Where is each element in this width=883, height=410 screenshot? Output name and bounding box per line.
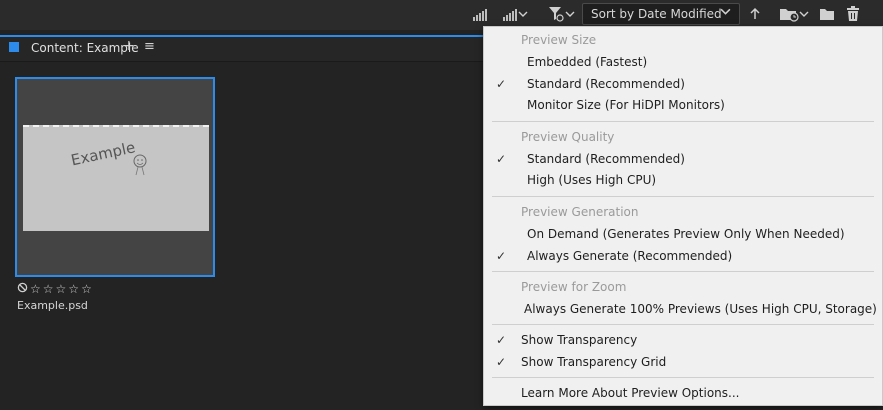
- panel-menu-icon[interactable]: ≡: [144, 39, 155, 54]
- menu-separator: [492, 121, 874, 122]
- checkmark-icon: ✓: [496, 355, 507, 369]
- menu-item-standard-quality[interactable]: Standard (Recommended): [527, 152, 685, 166]
- file-thumbnail[interactable]: Example: [15, 77, 215, 277]
- sort-label: Sort by Date Modified: [591, 7, 722, 21]
- chevron-down-icon: [720, 4, 731, 24]
- star-icon[interactable]: ☆: [81, 282, 92, 296]
- menu-item-monitor-size[interactable]: Monitor Size (For HiDPI Monitors): [527, 98, 725, 112]
- rating-row: ☆ ☆ ☆ ☆ ☆: [17, 282, 92, 296]
- checkmark-icon: ✓: [496, 152, 507, 166]
- add-tab-button[interactable]: +: [123, 38, 135, 54]
- star-icon[interactable]: ☆: [56, 282, 67, 296]
- menu-item-show-transparency[interactable]: Show Transparency: [521, 333, 637, 347]
- filter-icon[interactable]: [544, 4, 578, 24]
- svg-text:Example: Example: [69, 138, 136, 169]
- preview-zoom-heading: Preview for Zoom: [521, 280, 627, 294]
- sort-dropdown[interactable]: Sort by Date Modified: [582, 3, 740, 25]
- chevron-down-icon: [565, 11, 575, 17]
- checkmark-icon: ✓: [496, 77, 507, 91]
- menu-separator: [492, 271, 874, 272]
- file-name[interactable]: Example.psd: [17, 299, 88, 312]
- chevron-down-icon: [518, 11, 528, 17]
- menu-item-always-generate[interactable]: Always Generate (Recommended): [527, 249, 732, 263]
- preview-quality-heading: Preview Quality: [521, 130, 615, 144]
- preview-options-menu: Preview Size Embedded (Fastest) ✓ Standa…: [483, 26, 883, 406]
- menu-separator: [492, 324, 874, 325]
- sketch-drawing: Example: [69, 138, 147, 176]
- panel-color-swatch: [9, 42, 19, 52]
- menu-item-always-100[interactable]: Always Generate 100% Previews (Uses High…: [524, 302, 877, 316]
- star-icon[interactable]: ☆: [30, 282, 41, 296]
- no-rating-icon[interactable]: [17, 282, 28, 296]
- recent-folder-icon[interactable]: [777, 4, 811, 24]
- thumbnail-image: Example: [23, 125, 209, 231]
- new-folder-icon[interactable]: [818, 4, 836, 24]
- quality-dropdown-icon[interactable]: [498, 4, 532, 24]
- menu-separator: [492, 377, 874, 378]
- signal-quality-icon[interactable]: [470, 4, 490, 24]
- menu-separator: [492, 196, 874, 197]
- menu-item-on-demand[interactable]: On Demand (Generates Preview Only When N…: [527, 227, 845, 241]
- menu-item-standard-size[interactable]: Standard (Recommended): [527, 77, 685, 91]
- menu-item-show-transparency-grid[interactable]: Show Transparency Grid: [521, 355, 666, 369]
- star-icon[interactable]: ☆: [43, 282, 54, 296]
- trash-icon[interactable]: [844, 4, 862, 24]
- chevron-down-icon: [799, 11, 809, 17]
- checkmark-icon: ✓: [496, 333, 507, 347]
- checkmark-icon: ✓: [496, 249, 507, 263]
- menu-item-embedded[interactable]: Embedded (Fastest): [527, 55, 647, 69]
- menu-item-high-quality[interactable]: High (Uses High CPU): [527, 173, 656, 187]
- preview-generation-heading: Preview Generation: [521, 205, 639, 219]
- star-icon[interactable]: ☆: [68, 282, 79, 296]
- menu-item-learn-more[interactable]: Learn More About Preview Options...: [521, 386, 739, 400]
- sort-ascending-icon[interactable]: [747, 4, 763, 24]
- preview-size-heading: Preview Size: [521, 33, 597, 47]
